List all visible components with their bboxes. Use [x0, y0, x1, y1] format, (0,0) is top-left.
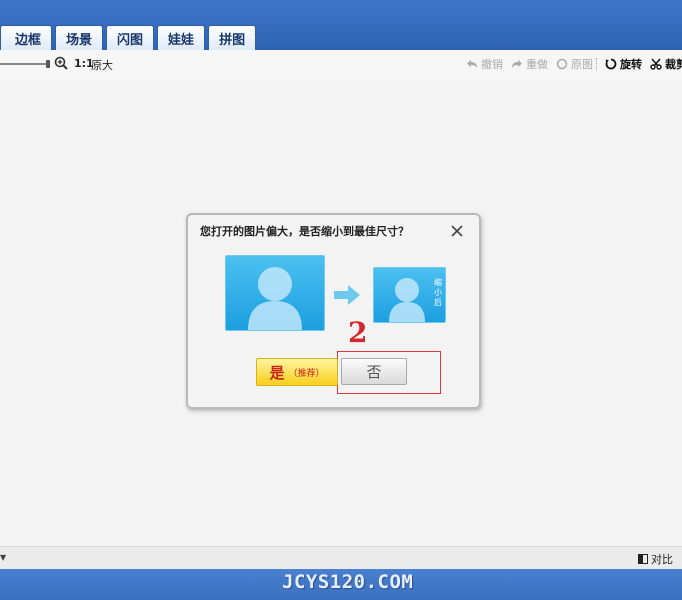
recommended-label: （推荐） [288, 368, 325, 379]
arrow-right-icon [334, 285, 360, 305]
no-button[interactable]: 否 [341, 358, 407, 385]
original-image-icon [556, 58, 568, 70]
scissors-icon [650, 58, 662, 70]
watermark: JCYS120.COM [282, 571, 414, 593]
resized-thumbnail: 缩小后 [373, 267, 446, 323]
step-number-annotation: 2 [348, 316, 368, 349]
status-bar: ▼ 对比 [0, 546, 682, 569]
redo-button[interactable]: 重做 [511, 56, 548, 72]
redo-icon [512, 60, 522, 68]
tab-flash[interactable]: 闪图 [106, 25, 155, 50]
bottom-bar: JCYS120.COM [0, 569, 682, 600]
compare-label: 对比 [651, 553, 673, 566]
undo-label: 撤销 [481, 58, 503, 71]
zoom-slider-handle[interactable] [46, 60, 50, 68]
original-image-label: 原图 [571, 58, 593, 71]
yes-button[interactable]: 是 （推荐） [256, 358, 338, 386]
original-image-button[interactable]: 原图 [556, 56, 593, 72]
compare-icon [638, 554, 648, 564]
dialog-title: 您打开的图片偏大，是否缩小到最佳尺寸？ [200, 225, 409, 238]
crop-label: 裁剪 [665, 58, 682, 71]
undo-button[interactable]: 撤销 [466, 56, 503, 72]
close-icon[interactable] [450, 224, 464, 238]
crop-button[interactable]: 裁剪 [650, 56, 682, 72]
tab-border[interactable]: 边框 [0, 25, 53, 50]
tab-collage[interactable]: 拼图 [208, 25, 257, 50]
zoom-in-icon[interactable] [54, 56, 68, 70]
rotate-button[interactable]: 旋转 [605, 56, 642, 72]
tab-doll[interactable]: 娃娃 [157, 25, 206, 50]
status-menu-arrow-icon[interactable]: ▼ [0, 553, 6, 562]
redo-label: 重做 [526, 58, 548, 71]
title-bar: 边框 场景 闪图 娃娃 拼图 [0, 0, 682, 50]
tab-scene[interactable]: 场景 [55, 25, 104, 50]
original-size-thumbnail [225, 255, 325, 331]
toolbar: 1:1 原大 撤销 重做 原图 旋转 裁剪 [0, 50, 682, 80]
zoom-slider[interactable] [0, 63, 48, 65]
rotate-label: 旋转 [620, 58, 642, 71]
undo-icon [467, 60, 477, 68]
rotate-icon [605, 58, 617, 70]
actual-size-button[interactable]: 原大 [91, 57, 113, 73]
resized-caption: 缩小后 [434, 278, 442, 307]
resize-prompt-dialog: 您打开的图片偏大，是否缩小到最佳尺寸？ 缩小后 2 是 （推荐） 否 [186, 213, 481, 409]
compare-button[interactable]: 对比 [638, 551, 673, 567]
person-icon [248, 267, 302, 330]
toolbar-divider [596, 58, 598, 70]
yes-label: 是 [269, 363, 285, 382]
tab-strip: 边框 场景 闪图 娃娃 拼图 [0, 24, 257, 50]
